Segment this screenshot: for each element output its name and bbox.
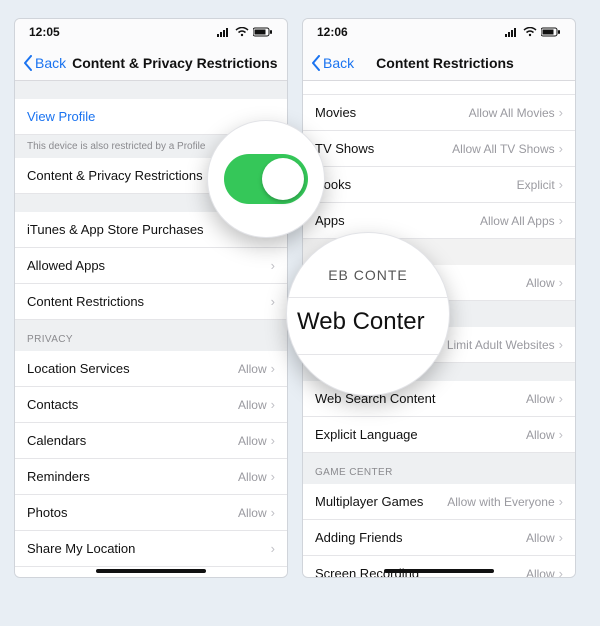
- privacy-row[interactable]: Location ServicesAllow›: [15, 351, 287, 387]
- chevron-right-icon: ›: [559, 566, 563, 577]
- privacy-header: PRIVACY: [15, 320, 287, 351]
- gc-row[interactable]: Multiplayer GamesAllow with Everyone›: [303, 484, 575, 520]
- privacy-row[interactable]: RemindersAllow›: [15, 459, 287, 495]
- chevron-right-icon: ›: [271, 469, 275, 484]
- allowed-apps-row[interactable]: Allowed Apps ›: [15, 248, 287, 284]
- nav-title: Content Restrictions: [376, 55, 514, 71]
- status-time: 12:06: [317, 25, 348, 39]
- left-phone: 12:05 Back Content & Privacy Restriction…: [14, 18, 288, 578]
- chevron-right-icon: ›: [559, 213, 563, 228]
- content-row[interactable]: BooksExplicit›: [303, 167, 575, 203]
- chevron-right-icon: ›: [559, 530, 563, 545]
- back-label: Back: [35, 55, 66, 71]
- chevron-right-icon: ›: [271, 361, 275, 376]
- signal-icon: [217, 27, 231, 37]
- content-row[interactable]: AppsAllow All Apps›: [303, 203, 575, 239]
- chevron-right-icon: ›: [559, 275, 563, 290]
- battery-icon: [541, 27, 561, 37]
- status-indicators: [217, 27, 273, 37]
- master-toggle-label: Content & Privacy Restrictions: [27, 168, 237, 183]
- chevron-right-icon: ›: [271, 294, 275, 309]
- back-button[interactable]: Back: [23, 55, 66, 71]
- content-restrictions-row[interactable]: Content Restrictions ›: [15, 284, 287, 320]
- chevron-right-icon: ›: [271, 397, 275, 412]
- chevron-right-icon: ›: [559, 141, 563, 156]
- chevron-right-icon: ›: [559, 427, 563, 442]
- chevron-right-icon: ›: [559, 337, 563, 352]
- privacy-row[interactable]: CalendarsAllow›: [15, 423, 287, 459]
- content-row[interactable]: TV ShowsAllow All TV Shows›: [303, 131, 575, 167]
- chevron-right-icon: ›: [559, 105, 563, 120]
- chevron-right-icon: ›: [559, 177, 563, 192]
- status-indicators: [505, 27, 561, 37]
- chevron-right-icon: ›: [271, 258, 275, 273]
- signal-icon: [505, 27, 519, 37]
- row-label: Content Restrictions: [27, 294, 271, 309]
- view-profile-label: View Profile: [27, 109, 275, 124]
- nav-bar: Back Content Restrictions: [303, 45, 575, 81]
- gc-row[interactable]: Screen RecordingAllow›: [303, 556, 575, 577]
- chevron-right-icon: ›: [271, 433, 275, 448]
- chevron-left-icon: [311, 55, 321, 71]
- nav-title: Content & Privacy Restrictions: [72, 55, 277, 71]
- magnifier-fragment: EB CONTE: [287, 267, 449, 298]
- toggle-on-icon: [224, 154, 308, 204]
- status-bar: 12:05: [15, 19, 287, 45]
- status-bar: 12:06: [303, 19, 575, 45]
- privacy-row[interactable]: Share My Location›: [15, 531, 287, 567]
- chevron-left-icon: [23, 55, 33, 71]
- wifi-icon: [523, 27, 537, 37]
- magnifier-web-content: EB CONTE Web Conter: [286, 232, 450, 396]
- chevron-right-icon: ›: [559, 81, 563, 84]
- content-row[interactable]: Music Profiles Off ›: [303, 81, 575, 95]
- content-row[interactable]: Explicit LanguageAllow›: [303, 417, 575, 453]
- game-center-header: GAME CENTER: [303, 453, 575, 484]
- home-indicator: [96, 569, 206, 573]
- status-time: 12:05: [29, 25, 60, 39]
- content-row[interactable]: MoviesAllow All Movies›: [303, 95, 575, 131]
- back-button[interactable]: Back: [311, 55, 354, 71]
- magnifier-toggle: [207, 120, 325, 238]
- chevron-right-icon: ›: [559, 391, 563, 406]
- gc-row[interactable]: Adding FriendsAllow›: [303, 520, 575, 556]
- home-indicator: [384, 569, 494, 573]
- chevron-right-icon: ›: [271, 505, 275, 520]
- magnifier-fragment: Web Conter: [287, 308, 449, 355]
- privacy-row[interactable]: PhotosAllow›: [15, 495, 287, 531]
- privacy-row[interactable]: ContactsAllow›: [15, 387, 287, 423]
- battery-icon: [253, 27, 273, 37]
- row-label: Allowed Apps: [27, 258, 271, 273]
- wifi-icon: [235, 27, 249, 37]
- chevron-right-icon: ›: [559, 494, 563, 509]
- nav-bar: Back Content & Privacy Restrictions: [15, 45, 287, 81]
- back-label: Back: [323, 55, 354, 71]
- chevron-right-icon: ›: [271, 541, 275, 556]
